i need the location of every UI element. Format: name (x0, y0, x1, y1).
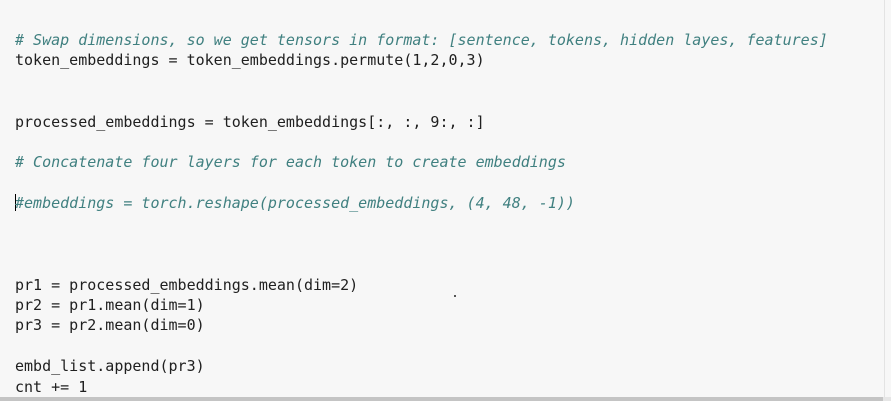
code-line: pr3 = pr2.mean(dim=0) (15, 315, 828, 335)
code-line: processed_embeddings = token_embeddings[… (15, 112, 828, 132)
code-text: cnt += 1 (15, 377, 88, 396)
comment: # Concatenate four layers for each token… (15, 153, 566, 172)
code-line: # Swap dimensions, so we get tensors in … (15, 30, 828, 50)
code-editor[interactable]: # Swap dimensions, so we get tensors in … (15, 30, 828, 397)
code-text: processed_embeddings = token_embeddings[… (15, 112, 485, 131)
code-text: pr2 = pr1.mean(dim=1) (15, 296, 205, 315)
code-text: pr1 = processed_embeddings.mean(dim=2) (15, 275, 359, 294)
code-line: #embeddings = torch.reshape(processed_em… (15, 193, 828, 213)
code-line: pr2 = pr1.mean(dim=1) (15, 295, 828, 315)
comment: #embeddings = torch.reshape(processed_em… (15, 194, 575, 213)
code-line: token_embeddings = token_embeddings.perm… (15, 50, 828, 70)
code-text: embd_list.append(pr3) (15, 357, 205, 376)
code-line: embd_list.append(pr3) (15, 356, 828, 376)
code-line: pr1 = processed_embeddings.mean(dim=2) (15, 275, 828, 295)
scrollbar-thumb[interactable] (0, 397, 883, 401)
code-line: cnt += 1 (15, 377, 828, 397)
code-text: token_embeddings = token_embeddings.perm… (15, 51, 485, 70)
code-line: # Concatenate four layers for each token… (15, 152, 828, 172)
comment: # Swap dimensions, so we get tensors in … (15, 31, 828, 49)
horizontal-scrollbar[interactable] (0, 397, 891, 401)
code-cell[interactable]: # Swap dimensions, so we get tensors in … (0, 0, 885, 397)
code-text: pr3 = pr2.mean(dim=0) (15, 316, 205, 335)
stray-dot (454, 295, 456, 297)
